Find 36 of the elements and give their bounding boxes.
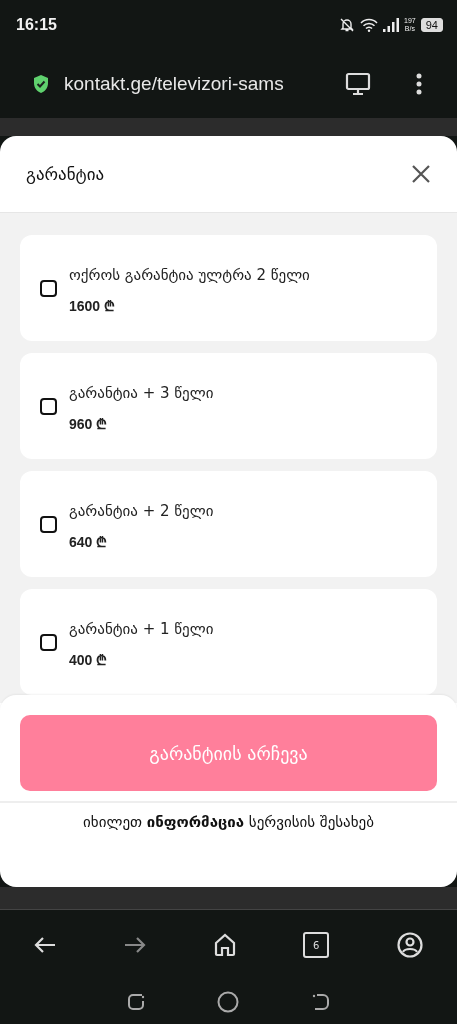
- modal-title: გარანტია: [26, 164, 105, 184]
- home-circle-icon[interactable]: [217, 991, 240, 1013]
- warranty-option[interactable]: ოქროს გარანტია ულტრა 2 წელი 1600 ₾: [20, 235, 437, 341]
- desktop-icon[interactable]: [345, 72, 371, 96]
- home-icon[interactable]: [213, 933, 236, 957]
- battery-level: 94: [420, 18, 443, 32]
- status-time: 16:15: [16, 16, 57, 34]
- signal-icon: [383, 18, 400, 32]
- checkbox[interactable]: [40, 397, 57, 415]
- option-price: 400 ₾: [69, 650, 109, 669]
- info-text: იხილეთ ინფორმაცია სერვისის შესახებ: [83, 813, 374, 833]
- checkbox[interactable]: [40, 633, 57, 651]
- checkbox[interactable]: [40, 279, 57, 297]
- forward-icon[interactable]: [123, 936, 146, 954]
- system-back-icon[interactable]: [311, 992, 332, 1012]
- warranty-option[interactable]: გარანტია + 2 წელი 640 ₾: [20, 471, 437, 577]
- option-name: გარანტია + 1 წელი: [69, 619, 214, 638]
- close-icon[interactable]: [411, 164, 431, 184]
- tab-count-button[interactable]: 6: [303, 932, 330, 958]
- option-name: ოქროს გარანტია ულტრა 2 წელი: [69, 265, 310, 284]
- option-name: გარანტია + 3 წელი: [69, 383, 214, 402]
- warranty-option[interactable]: გარანტია + 1 წელი 400 ₾: [20, 589, 437, 695]
- warranty-option[interactable]: გარანტია + 3 წელი 960 ₾: [20, 353, 437, 459]
- checkbox[interactable]: [40, 515, 57, 533]
- back-icon[interactable]: [34, 936, 56, 954]
- recents-icon[interactable]: [125, 992, 146, 1012]
- profile-icon[interactable]: [397, 932, 423, 958]
- wifi-icon: [360, 18, 379, 32]
- option-price: 960 ₾: [69, 414, 109, 433]
- option-name: გარანტია + 2 წელი: [69, 501, 214, 520]
- bell-off-icon: [339, 17, 356, 33]
- option-price: 640 ₾: [69, 532, 109, 551]
- option-price: 1600 ₾: [69, 296, 117, 315]
- more-icon[interactable]: [415, 72, 423, 96]
- shield-check-icon: [32, 74, 50, 94]
- url-field[interactable]: kontakt.ge/televizori-sams: [64, 73, 331, 95]
